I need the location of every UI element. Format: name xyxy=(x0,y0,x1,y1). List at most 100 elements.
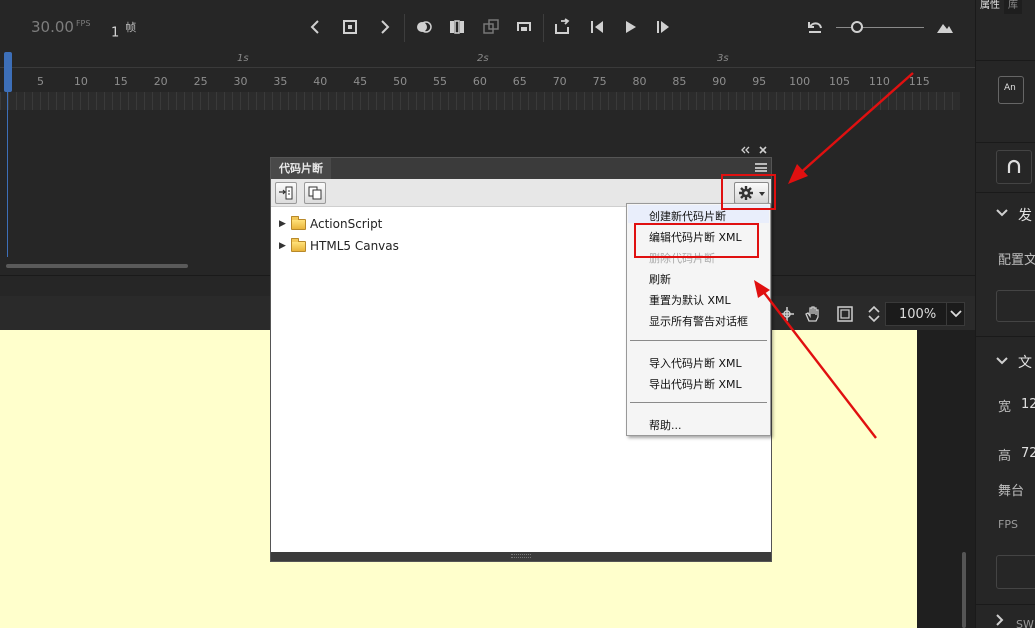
stage-vertical-scrollbar[interactable] xyxy=(962,552,966,628)
menu-item-show-all-warnings[interactable]: 显示所有警告对话框 xyxy=(649,313,748,329)
menu-item-reset-default-xml[interactable]: 重置为默认 XML xyxy=(649,292,731,308)
frame-label: 65 xyxy=(512,75,527,88)
frame-label: 100 xyxy=(789,75,811,88)
chevron-down-icon[interactable] xyxy=(996,355,1008,368)
second-marker: 2s xyxy=(477,53,489,64)
chevron-down-icon[interactable] xyxy=(996,207,1008,220)
code-snippets-title-bar: 代码片断 xyxy=(271,158,771,179)
frame-label: 30 xyxy=(233,75,248,88)
height-value[interactable]: 72 xyxy=(1021,446,1035,461)
menu-item-create-snippet[interactable]: 创建新代码片断 xyxy=(649,208,726,224)
panel-menu-icon[interactable] xyxy=(755,163,767,172)
menu-item-export-xml[interactable]: 导出代码片断 XML xyxy=(649,376,742,392)
frame-label: 20 xyxy=(153,75,168,88)
chevron-right-icon[interactable] xyxy=(996,614,1004,628)
frame-label: 15 xyxy=(113,75,128,88)
tree-folder[interactable]: ▶ HTML5 Canvas xyxy=(279,235,399,257)
chevron-left-icon[interactable] xyxy=(305,16,327,38)
layer-parenting-icon[interactable] xyxy=(480,16,502,38)
zoom-value: 100% xyxy=(899,306,937,322)
pasteboard xyxy=(917,330,975,628)
resize-grip[interactable] xyxy=(511,554,531,558)
center-stage-icon[interactable] xyxy=(777,304,797,324)
frame-label: 60 xyxy=(472,75,487,88)
undo-icon[interactable] xyxy=(804,16,826,38)
chevron-down-icon[interactable] xyxy=(946,303,964,325)
toolbar-divider xyxy=(543,14,544,42)
collapse-panel-icon[interactable] xyxy=(740,146,750,157)
arrowhead-icon xyxy=(788,164,808,184)
insert-keyframe-icon[interactable] xyxy=(551,16,573,38)
step-forward-icon[interactable] xyxy=(652,16,674,38)
annotation-box-gear xyxy=(721,174,776,210)
panel-divider xyxy=(976,60,1035,61)
menu-item-refresh[interactable]: 刷新 xyxy=(649,271,671,287)
timeline-ruler[interactable]: 1s 2s 3s 5 10 15 20 25 30 35 40 45 50 55 60 65 70 75 80… xyxy=(0,52,975,92)
document-type-label: An xyxy=(1004,83,1016,93)
tab-library[interactable]: 库 xyxy=(1004,0,1022,14)
fps-field[interactable] xyxy=(996,555,1035,589)
annotation-box-edit-xml xyxy=(634,223,759,258)
mountains-icon[interactable] xyxy=(934,16,956,38)
expand-triangle-icon[interactable]: ▶ xyxy=(279,241,289,251)
playhead-line[interactable] xyxy=(7,52,8,257)
timeline-horizontal-scrollbar[interactable] xyxy=(6,264,188,268)
step-back-icon[interactable] xyxy=(586,16,608,38)
expand-triangle-icon[interactable]: ▶ xyxy=(279,219,289,229)
tree-folder[interactable]: ▶ ActionScript xyxy=(279,213,399,235)
frame-label: 85 xyxy=(672,75,687,88)
config-label: 配置文 xyxy=(998,253,1035,268)
frame-label: 95 xyxy=(752,75,767,88)
onion-skin-icon[interactable] xyxy=(413,16,435,38)
panel-divider xyxy=(976,604,1035,605)
fps-unit: FPS xyxy=(75,19,91,28)
clip-content-icon[interactable] xyxy=(835,304,855,324)
magnet-button[interactable] xyxy=(996,150,1032,184)
width-label: 宽 xyxy=(998,400,1012,415)
config-dropdown[interactable] xyxy=(996,290,1035,322)
menu-item-help[interactable]: 帮助... xyxy=(649,417,682,433)
current-frame-value[interactable]: 1 xyxy=(111,25,119,40)
code-snippets-title[interactable]: 代码片断 xyxy=(271,158,331,179)
tree-folder-label: HTML5 Canvas xyxy=(310,239,399,253)
folder-icon xyxy=(291,215,306,230)
copy-to-clipboard-button[interactable] xyxy=(304,182,326,204)
fps-display[interactable]: 30.00 FPS xyxy=(31,18,90,36)
frame-label: 45 xyxy=(353,75,368,88)
folder-icon xyxy=(291,237,306,252)
menu-item-import-xml[interactable]: 导入代码片断 XML xyxy=(649,355,742,371)
frame-label: 5 xyxy=(37,75,44,88)
timeline-zoom-slider-track[interactable] xyxy=(836,27,924,28)
fps-value[interactable]: 30.00 xyxy=(31,18,74,36)
playhead-handle[interactable] xyxy=(4,52,12,92)
frame-label: 75 xyxy=(592,75,607,88)
ruler-ticks xyxy=(0,67,975,75)
document-type-icon: An xyxy=(998,76,1024,104)
section-document-title: 文 xyxy=(1018,355,1032,371)
loop-icon[interactable] xyxy=(513,16,535,38)
properties-panel: 属性 库 An 发 配置文 文 宽 12 高 72 舞台 FPS SW xyxy=(975,0,1035,628)
add-to-current-frame-button[interactable] xyxy=(275,182,297,204)
tab-properties[interactable]: 属性 xyxy=(976,0,1004,14)
current-frame-display[interactable]: 1帧 xyxy=(111,19,136,40)
zoom-stepper-icon[interactable] xyxy=(864,304,884,324)
close-icon[interactable] xyxy=(759,146,767,157)
edit-multiple-frames-icon[interactable] xyxy=(446,16,468,38)
frame-label: 25 xyxy=(193,75,208,88)
play-icon[interactable] xyxy=(619,16,641,38)
frame-label: 40 xyxy=(313,75,328,88)
properties-tabs: 属性 库 xyxy=(976,0,1035,14)
snippet-tree: ▶ ActionScript ▶ HTML5 Canvas xyxy=(279,213,399,257)
chevron-right-icon[interactable] xyxy=(373,16,395,38)
height-label: 高 xyxy=(998,449,1012,464)
frame-label: 50 xyxy=(393,75,408,88)
timeline-frames-row[interactable] xyxy=(0,92,960,110)
stop-icon[interactable] xyxy=(339,16,361,38)
zoom-select[interactable]: 100% xyxy=(885,302,965,326)
insert-code-icon xyxy=(279,186,293,200)
frame-label: 105 xyxy=(829,75,850,88)
copy-icon xyxy=(308,186,322,200)
timeline-zoom-slider-knob[interactable] xyxy=(851,21,863,33)
width-value[interactable]: 12 xyxy=(1021,397,1035,412)
hand-tool-icon[interactable] xyxy=(803,304,823,324)
